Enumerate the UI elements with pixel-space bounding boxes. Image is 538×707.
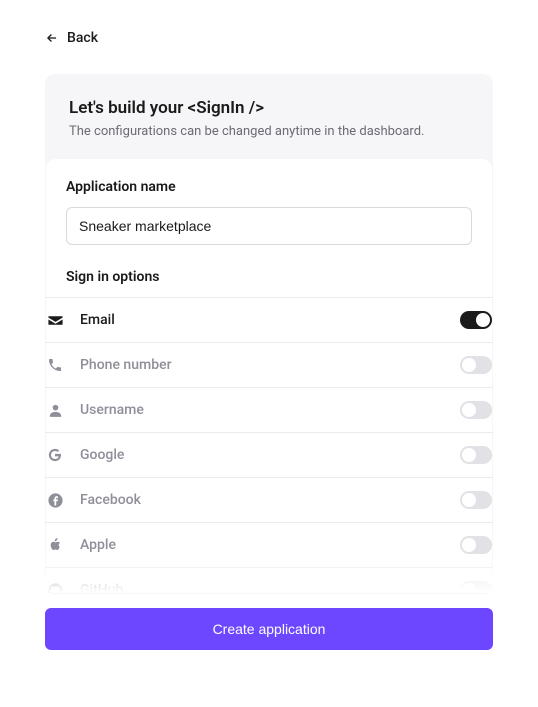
email-icon bbox=[46, 311, 64, 329]
app-name-input[interactable] bbox=[66, 207, 472, 245]
phone-icon bbox=[46, 356, 64, 374]
apple-icon bbox=[46, 536, 64, 554]
option-row: GitHub bbox=[45, 568, 493, 593]
option-row: Google bbox=[45, 433, 493, 478]
option-row: Email bbox=[45, 298, 493, 343]
username-icon bbox=[46, 401, 64, 419]
back-link[interactable]: Back bbox=[45, 30, 98, 46]
github-icon bbox=[46, 581, 64, 593]
create-application-button[interactable]: Create application bbox=[45, 608, 493, 650]
back-label: Back bbox=[67, 30, 98, 46]
option-row: Username bbox=[45, 388, 493, 433]
google-icon bbox=[46, 446, 64, 464]
app-name-label: Application name bbox=[66, 179, 472, 195]
option-label: Email bbox=[80, 312, 444, 328]
option-row: Facebook bbox=[45, 478, 493, 523]
option-label: GitHub bbox=[80, 582, 444, 593]
option-label: Google bbox=[80, 447, 444, 463]
option-label: Phone number bbox=[80, 357, 444, 373]
setup-card: Let's build your <SignIn /> The configur… bbox=[45, 74, 493, 594]
option-label: Facebook bbox=[80, 492, 444, 508]
form-card: Application name Sign in options Email Ph… bbox=[46, 159, 492, 593]
options-container: Email Phone number Username Google Facebook A… bbox=[45, 297, 493, 593]
option-toggle[interactable] bbox=[460, 356, 492, 374]
option-toggle[interactable] bbox=[460, 401, 492, 419]
option-toggle[interactable] bbox=[460, 446, 492, 464]
card-subtitle: The configurations can be changed anytim… bbox=[69, 124, 469, 139]
arrow-left-icon bbox=[45, 31, 59, 45]
option-row: Phone number bbox=[45, 343, 493, 388]
signin-options-label: Sign in options bbox=[66, 269, 472, 285]
option-toggle[interactable] bbox=[460, 491, 492, 509]
option-toggle[interactable] bbox=[460, 311, 492, 329]
option-toggle[interactable] bbox=[460, 581, 492, 593]
option-row: Apple bbox=[45, 523, 493, 568]
card-title: Let's build your <SignIn /> bbox=[69, 98, 469, 118]
option-label: Apple bbox=[80, 537, 444, 553]
option-label: Username bbox=[80, 402, 444, 418]
card-header: Let's build your <SignIn /> The configur… bbox=[45, 74, 493, 159]
option-toggle[interactable] bbox=[460, 536, 492, 554]
facebook-icon bbox=[46, 491, 64, 509]
